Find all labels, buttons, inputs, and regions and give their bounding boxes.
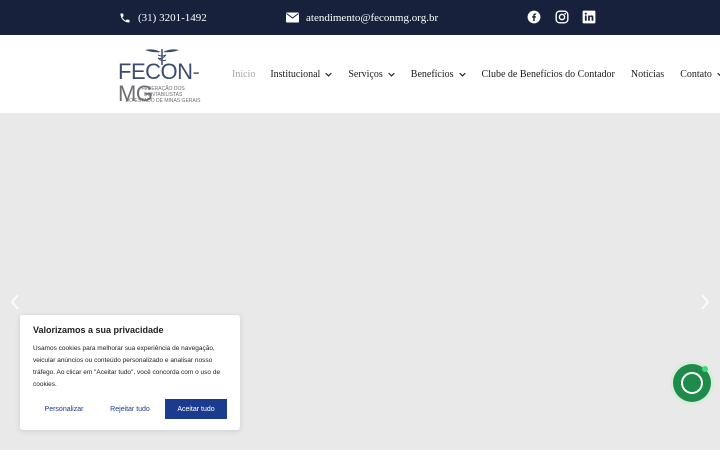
nav-item-servicos[interactable]: Serviços	[348, 69, 395, 80]
phone-number: (31) 3201-1492	[138, 11, 207, 24]
cookie-personalize-button[interactable]: Personalizar	[33, 399, 95, 419]
logo-subtitle: FEDERAÇÃO DOS CONTABILISTAS DO ESTADO DE…	[125, 86, 201, 104]
cookie-title: Valorizamos a sua privacidade	[33, 325, 164, 335]
nav-item-noticias[interactable]: Notícias	[631, 69, 664, 80]
chat-bubble-icon	[681, 372, 703, 394]
top-bar: (31) 3201-1492 atendimento@feconmg.org.b…	[0, 0, 720, 35]
chevron-down-icon	[325, 72, 333, 77]
email-contact[interactable]: atendimento@feconmg.org.br	[286, 0, 438, 35]
phone-icon	[120, 13, 130, 22]
nav-item-contato[interactable]: Contato	[680, 69, 720, 80]
cookie-reject-button[interactable]: Rejeitar tudo	[99, 399, 161, 419]
instagram-icon[interactable]	[555, 10, 569, 24]
facebook-icon[interactable]	[527, 10, 541, 24]
cookie-accept-button[interactable]: Aceitar tudo	[165, 399, 227, 419]
email-address: atendimento@feconmg.org.br	[306, 11, 439, 24]
phone-contact[interactable]: (31) 3201-1492	[119, 0, 207, 35]
chevron-down-icon	[458, 72, 466, 77]
nav-item-clube-beneficios[interactable]: Clube de Benefícios do Contador	[482, 69, 615, 80]
nav-item-institucional[interactable]: Institucional	[270, 69, 333, 80]
chat-widget-button[interactable]	[673, 364, 711, 402]
nav-item-inicio[interactable]: Início	[232, 69, 255, 80]
slider-next-arrow-icon[interactable]	[700, 294, 710, 310]
cookie-consent-banner: Valorizamos a sua privacidade Usamos coo…	[20, 315, 240, 430]
linkedin-icon[interactable]	[582, 10, 596, 24]
slider-prev-arrow-icon[interactable]	[10, 294, 20, 310]
nav-item-beneficios[interactable]: Benefícios	[411, 69, 466, 80]
online-status-dot	[702, 366, 708, 372]
chevron-down-icon	[388, 72, 395, 77]
envelope-icon	[286, 12, 299, 23]
feconmg-logo[interactable]: FECON-MG FEDERAÇÃO DOS CONTABILISTAS DO …	[118, 47, 210, 105]
main-nav: Início Institucional Serviços Benefícios…	[232, 35, 720, 113]
cookie-description: Usamos cookies para melhorar sua experiê…	[33, 345, 221, 388]
